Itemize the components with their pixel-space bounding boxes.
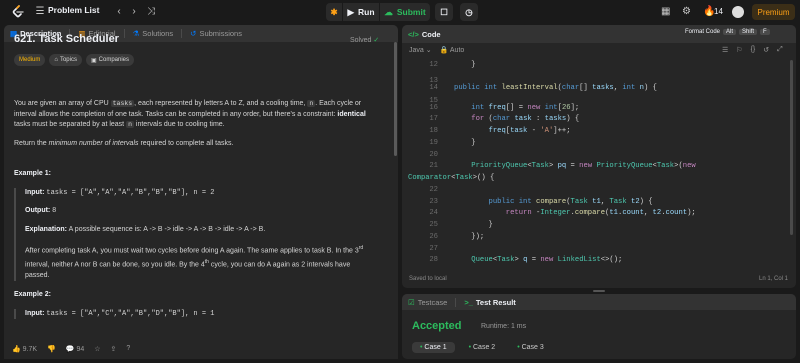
code-brackets-icon: </> [408, 29, 419, 39]
runtime-label: Runtime: 1 ms [481, 323, 527, 330]
description-footer: 👍 9.7K 👎 💬 94 ☆ ⇪ ? [4, 338, 398, 359]
example-2-input: Input: tasks = ["A","C","A","B","D","B"]… [25, 309, 215, 318]
layout-grid-icon[interactable]: ▦ [661, 6, 670, 17]
tag-icon: ⌂ [54, 57, 58, 63]
topics-tag[interactable]: ⌂ Topics [49, 54, 82, 66]
code-tabs: </> Code Format Code Alt Shift F [402, 25, 796, 43]
comments-button[interactable]: 💬 94 [66, 345, 84, 353]
braces-icon[interactable]: {} [751, 46, 756, 54]
tab-divider [455, 297, 457, 307]
tab-solutions[interactable]: ⚗ Solutions [133, 29, 174, 38]
notes-icon[interactable]: ☐ [435, 3, 453, 21]
panel-resize-handle[interactable] [593, 290, 605, 292]
case-tab[interactable]: • Case 1 [412, 342, 455, 353]
code-editor[interactable]: 12 } 13 14 public int leastInterval(char… [402, 57, 796, 275]
description-paragraph: You are given an array of CPU tasks, eac… [14, 100, 366, 128]
options-icon[interactable]: ☰ [722, 46, 728, 54]
submit-button[interactable]: ☁ Submit [380, 3, 430, 21]
tab-divider [181, 29, 183, 38]
avatar[interactable] [732, 6, 744, 18]
play-icon: ▶ [347, 6, 354, 17]
share-icon[interactable]: ⇪ [111, 345, 117, 353]
run-button[interactable]: ▶ Run [343, 3, 379, 21]
check-circle-icon: ✓ [373, 37, 380, 44]
tab-submissions[interactable]: ↺ Submissions [190, 29, 242, 38]
thumbs-up-icon: 👍 [12, 345, 21, 353]
code-panel: </> Code Format Code Alt Shift F Java ⌄ 🔒… [402, 25, 796, 288]
problem-list-link[interactable]: Problem List [48, 5, 99, 15]
fullscreen-icon[interactable]: ⤢ [777, 46, 783, 54]
comment-icon: 💬 [65, 345, 75, 353]
example-1-explanation: Explanation: A possible sequence is: A -… [25, 225, 266, 233]
help-icon[interactable]: ? [126, 345, 130, 352]
code-scrollbar[interactable] [790, 60, 793, 235]
like-button[interactable]: 👍 9.7K [12, 345, 37, 353]
tab-test-result[interactable]: >_ Test Result [464, 298, 515, 307]
leetcode-logo[interactable] [11, 5, 25, 19]
example-1-input: Input: tasks = ["A","A","A","B","B","B"]… [25, 188, 215, 197]
next-problem-icon[interactable]: › [128, 6, 140, 18]
tab-divider [123, 29, 125, 38]
premium-button[interactable]: Premium [752, 4, 795, 20]
bookmark-icon[interactable]: ⚐ [736, 46, 742, 54]
history-icon: ↺ [190, 29, 197, 38]
example-2-block: Input: tasks = ["A","C","A","B","D","B"]… [14, 308, 384, 320]
return-paragraph: Return the minimum number of intervals r… [14, 139, 234, 147]
test-tabs: ☑ Testcase >_ Test Result [402, 294, 796, 310]
building-icon: ▣ [90, 57, 97, 64]
tab-code[interactable]: </> Code [408, 30, 441, 39]
language-select[interactable]: Java ⌄ [409, 46, 432, 54]
flask-icon: ⚗ [132, 29, 140, 38]
result-status: Accepted [412, 320, 462, 332]
problem-title: 621. Task Scheduler [14, 33, 119, 45]
test-panel: ☑ Testcase >_ Test Result Accepted Runtime… [402, 294, 796, 359]
problem-tags: Medium ⌂ Topics ▣ Companies [14, 54, 135, 66]
description-scrollbar[interactable] [394, 42, 397, 156]
example-1-block: Input: tasks = ["A","A","A","B","B","B"]… [14, 187, 384, 282]
checkbox-icon: ☑ [408, 297, 415, 307]
cloud-upload-icon: ☁ [384, 6, 393, 17]
auto-toggle[interactable]: 🔒 Auto [440, 46, 465, 54]
example-1-title: Example 1: [14, 170, 51, 177]
difficulty-badge[interactable]: Medium [14, 54, 46, 66]
case-tabs: • Case 1 • Case 2 • Case 3 [412, 342, 552, 353]
save-status: Saved to local [409, 276, 447, 282]
editor-toolbar: Java ⌄ 🔒 Auto [409, 46, 464, 54]
list-icon[interactable]: ☰ [34, 6, 46, 18]
streak-count[interactable]: 14 [714, 7, 723, 16]
run-submit-group: ✱ ▶ Run ☁ Submit [326, 3, 430, 21]
reset-icon[interactable]: ↺ [763, 46, 769, 54]
companies-tag[interactable]: ▣ Companies [85, 54, 135, 66]
solved-status: Solved ✓ [350, 37, 380, 44]
shuffle-icon[interactable]: ⤨ [145, 6, 157, 18]
prev-problem-icon[interactable]: ‹ [113, 6, 125, 18]
top-bar: ☰ Problem List ‹ › ⤨ ✱ ▶ Run ☁ Submit ☐ ◷ … [0, 0, 800, 24]
cursor-position: Ln 1, Col 1 [759, 276, 789, 282]
editor-actions: ☰ ⚐ {} ↺ ⤢ [722, 46, 783, 54]
settings-icon[interactable]: ⚙ [682, 6, 691, 17]
debug-icon[interactable]: ✱ [326, 3, 342, 21]
tab-testcase[interactable]: ☑ Testcase [408, 298, 447, 307]
timer-icon[interactable]: ◷ [460, 3, 478, 21]
terminal-icon: >_ [464, 297, 473, 307]
example-1-note: After completing task A, you must wait t… [25, 245, 364, 279]
example-1-output: Output: 8 [25, 207, 57, 214]
example-2-title: Example 2: [14, 291, 51, 299]
format-shortcut: Format Code Alt Shift F [685, 29, 770, 35]
dislike-icon[interactable]: 👎 [47, 345, 56, 353]
case-tab[interactable]: • Case 2 [461, 342, 504, 353]
problem-description: You are given an array of CPU tasks, eac… [4, 99, 394, 320]
case-tab[interactable]: • Case 3 [509, 342, 552, 353]
star-icon[interactable]: ☆ [94, 345, 100, 353]
